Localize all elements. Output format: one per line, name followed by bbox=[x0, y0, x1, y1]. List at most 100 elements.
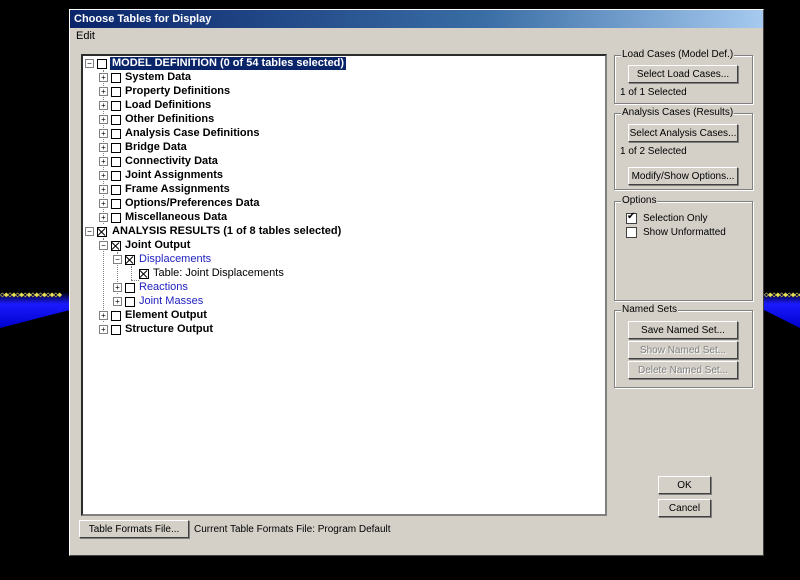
select-analysis-cases-button[interactable]: Select Analysis Cases... bbox=[628, 124, 738, 142]
dialog-title: Choose Tables for Display bbox=[70, 10, 763, 28]
tree-node-property-definitions[interactable]: + Property Definitions bbox=[99, 85, 359, 98]
tree-label: Structure Output bbox=[125, 323, 213, 335]
select-load-cases-button[interactable]: Select Load Cases... bbox=[628, 65, 738, 83]
tree-label: Connectivity Data bbox=[125, 155, 218, 167]
tree-node-element-output[interactable]: + Element Output bbox=[99, 309, 359, 322]
expand-icon[interactable]: + bbox=[99, 129, 108, 138]
background-nodes-right: ◇◆◇◆◇◆◇◆◇◆◇◆◇◆◇◆ bbox=[764, 290, 800, 299]
tree-node-table-joint-displacements[interactable]: Table: Joint Displacements bbox=[139, 267, 359, 280]
expand-icon[interactable]: + bbox=[99, 101, 108, 110]
checkbox-model-definition[interactable] bbox=[97, 59, 107, 69]
expand-icon[interactable]: + bbox=[99, 185, 108, 194]
named-sets-group: Named Sets Save Named Set... Show Named … bbox=[614, 304, 753, 388]
tree-node-structure-output[interactable]: + Structure Output bbox=[99, 323, 359, 336]
named-sets-title: Named Sets bbox=[621, 304, 679, 315]
tree-label: MODEL DEFINITION (0 of 54 tables selecte… bbox=[110, 57, 347, 70]
collapse-icon[interactable]: − bbox=[85, 227, 94, 236]
checkbox-analysis-results[interactable] bbox=[97, 227, 107, 237]
show-named-set-button[interactable]: Show Named Set... bbox=[628, 341, 738, 359]
checkbox[interactable] bbox=[111, 199, 121, 209]
checkbox[interactable] bbox=[125, 283, 135, 293]
show-unformatted-checkbox[interactable] bbox=[626, 227, 637, 238]
tree-label: ANALYSIS RESULTS (1 of 8 tables selected… bbox=[112, 225, 342, 237]
checkbox[interactable] bbox=[111, 157, 121, 167]
tree-label: System Data bbox=[125, 71, 192, 83]
selection-only-checkbox[interactable] bbox=[626, 211, 637, 224]
analysis-cases-group: Analysis Cases (Results) Select Analysis… bbox=[614, 107, 753, 190]
checkbox[interactable] bbox=[111, 171, 121, 181]
expand-icon[interactable]: + bbox=[99, 311, 108, 320]
checkbox[interactable] bbox=[111, 311, 121, 321]
load-cases-status: 1 of 1 Selected bbox=[620, 87, 687, 98]
show-unformatted-label: Show Unformatted bbox=[643, 227, 726, 238]
checkbox[interactable] bbox=[111, 325, 121, 335]
tree-node-displacements[interactable]: − Displacements bbox=[113, 253, 353, 266]
checkbox-joint-output[interactable] bbox=[111, 241, 121, 251]
tree-node-load-definitions[interactable]: + Load Definitions bbox=[99, 99, 359, 112]
table-formats-file-button[interactable]: Table Formats File... bbox=[79, 520, 189, 538]
load-cases-group: Load Cases (Model Def.) Select Load Case… bbox=[614, 49, 753, 104]
tree-node-system-data[interactable]: + System Data bbox=[99, 71, 359, 84]
cancel-button[interactable]: Cancel bbox=[658, 499, 711, 517]
background-nodes-left: ◇◆◇◆◇◆◇◆◇◆◇◆◇◆◇◆ bbox=[0, 290, 62, 299]
tree-node-reactions[interactable]: + Reactions bbox=[113, 281, 353, 294]
checkbox[interactable] bbox=[111, 115, 121, 125]
tree-node-joint-masses[interactable]: + Joint Masses bbox=[113, 295, 353, 308]
expand-icon[interactable]: + bbox=[99, 171, 108, 180]
checkbox[interactable] bbox=[111, 185, 121, 195]
collapse-icon[interactable]: − bbox=[113, 255, 122, 264]
checkbox[interactable] bbox=[111, 213, 121, 223]
tree-node-frame-assignments[interactable]: + Frame Assignments bbox=[99, 183, 359, 196]
menu-bar: Edit bbox=[70, 28, 763, 44]
tree-label: Joint Masses bbox=[139, 295, 204, 307]
tree-node-other-definitions[interactable]: + Other Definitions bbox=[99, 113, 359, 126]
checkbox-displacements[interactable] bbox=[125, 255, 135, 265]
tree-label: Frame Assignments bbox=[125, 183, 230, 195]
tree-node-options-preferences-data[interactable]: + Options/Preferences Data bbox=[99, 197, 359, 210]
tree-label: Reactions bbox=[139, 281, 188, 293]
tree-node-joint-assignments[interactable]: + Joint Assignments bbox=[99, 169, 359, 182]
checkbox[interactable] bbox=[111, 73, 121, 83]
choose-tables-dialog: Choose Tables for Display Edit − MODEL D… bbox=[69, 9, 764, 556]
checkbox[interactable] bbox=[111, 143, 121, 153]
tree-label: Displacements bbox=[139, 253, 212, 265]
expand-icon[interactable]: + bbox=[99, 115, 108, 124]
modify-show-options-button[interactable]: Modify/Show Options... bbox=[628, 167, 738, 185]
expand-icon[interactable]: + bbox=[99, 199, 108, 208]
expand-icon[interactable]: + bbox=[113, 297, 122, 306]
expand-icon[interactable]: + bbox=[99, 213, 108, 222]
tree-node-bridge-data[interactable]: + Bridge Data bbox=[99, 141, 359, 154]
tree-node-model-definition[interactable]: − MODEL DEFINITION (0 of 54 tables selec… bbox=[85, 57, 385, 70]
menu-edit[interactable]: Edit bbox=[76, 30, 95, 42]
load-cases-title: Load Cases (Model Def.) bbox=[621, 49, 735, 60]
tree-label: Table: Joint Displacements bbox=[153, 267, 284, 279]
checkbox[interactable] bbox=[125, 297, 135, 307]
save-named-set-button[interactable]: Save Named Set... bbox=[628, 321, 738, 339]
delete-named-set-button[interactable]: Delete Named Set... bbox=[628, 361, 738, 379]
expand-icon[interactable]: + bbox=[99, 157, 108, 166]
tree-label: Bridge Data bbox=[125, 141, 187, 153]
collapse-icon[interactable]: − bbox=[99, 241, 108, 250]
analysis-cases-status: 1 of 2 Selected bbox=[620, 146, 687, 157]
tree-node-analysis-case-definitions[interactable]: + Analysis Case Definitions bbox=[99, 127, 359, 140]
checkbox[interactable] bbox=[111, 129, 121, 139]
checkbox[interactable] bbox=[111, 101, 121, 111]
collapse-icon[interactable]: − bbox=[85, 59, 94, 68]
expand-icon[interactable]: + bbox=[113, 283, 122, 292]
checkbox-table-joint-displacements[interactable] bbox=[139, 269, 149, 279]
tree-label: Miscellaneous Data bbox=[125, 211, 228, 223]
tree-label: Analysis Case Definitions bbox=[125, 127, 260, 139]
expand-icon[interactable]: + bbox=[99, 325, 108, 334]
tree-label: Load Definitions bbox=[125, 99, 212, 111]
ok-button[interactable]: OK bbox=[658, 476, 711, 494]
tree-node-analysis-results[interactable]: − ANALYSIS RESULTS (1 of 8 tables select… bbox=[85, 225, 385, 238]
tree-node-connectivity-data[interactable]: + Connectivity Data bbox=[99, 155, 359, 168]
expand-icon[interactable]: + bbox=[99, 143, 108, 152]
tree-label: Joint Assignments bbox=[125, 169, 223, 181]
checkbox[interactable] bbox=[111, 87, 121, 97]
expand-icon[interactable]: + bbox=[99, 73, 108, 82]
table-tree[interactable]: − MODEL DEFINITION (0 of 54 tables selec… bbox=[81, 54, 607, 516]
expand-icon[interactable]: + bbox=[99, 87, 108, 96]
tree-node-joint-output[interactable]: − Joint Output bbox=[99, 239, 359, 252]
tree-node-miscellaneous-data[interactable]: + Miscellaneous Data bbox=[99, 211, 359, 224]
